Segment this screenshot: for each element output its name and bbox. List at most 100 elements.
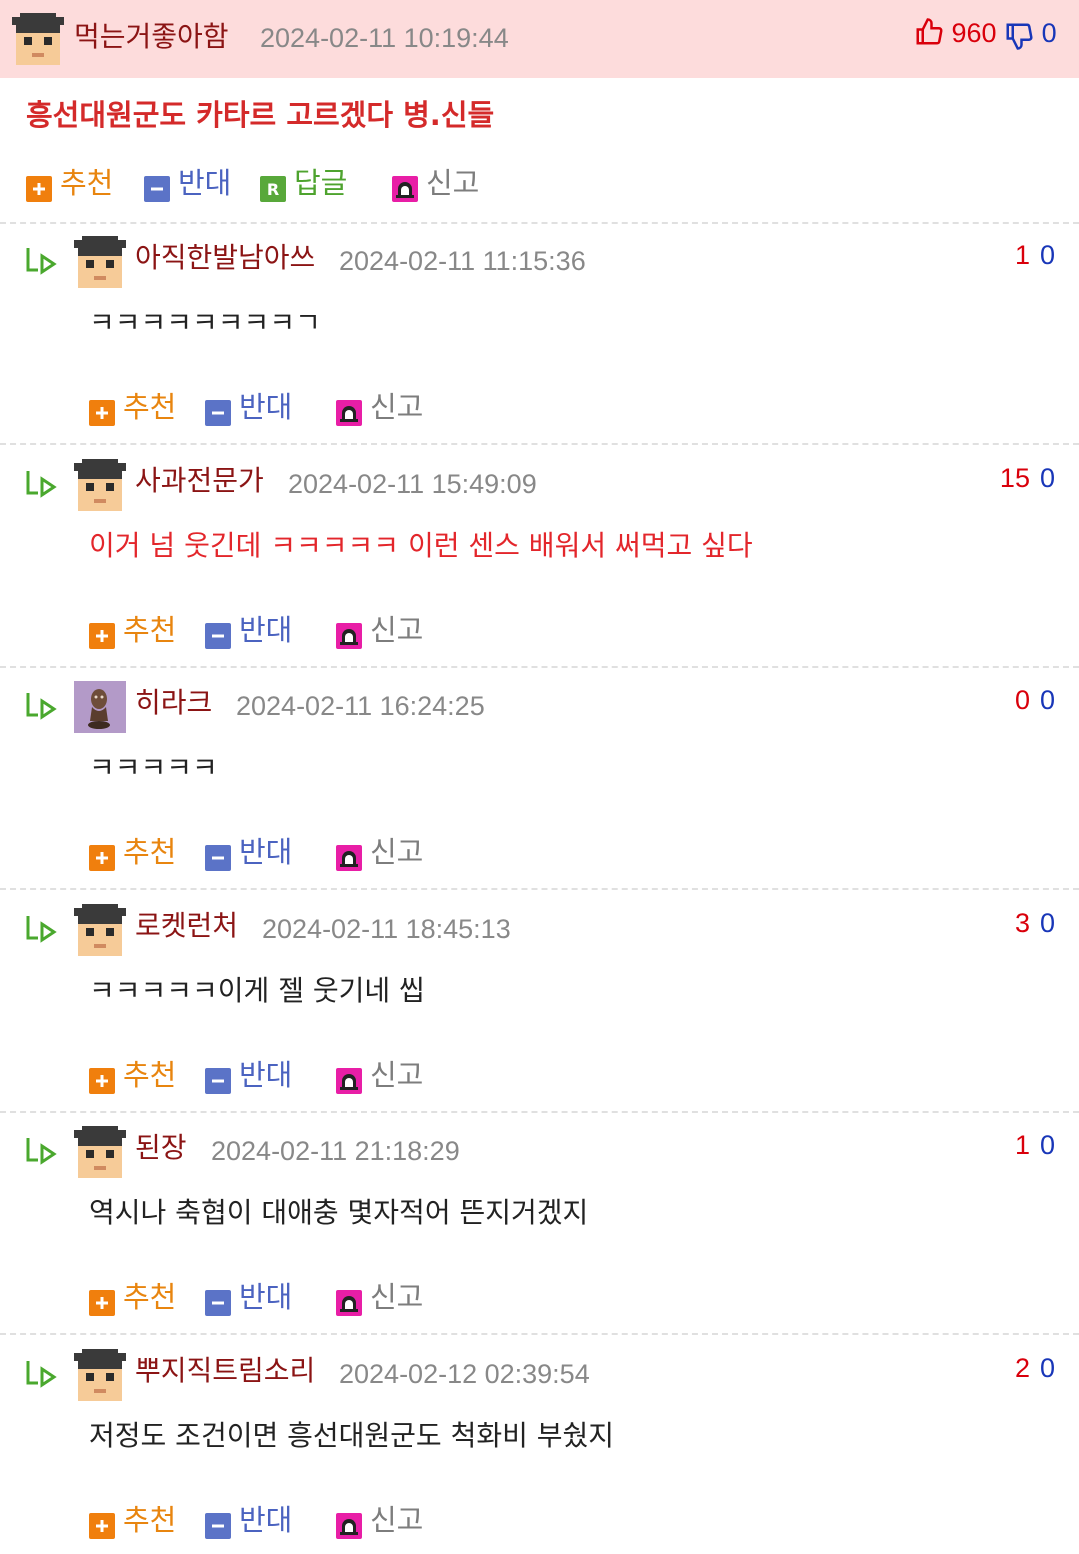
reply-arrow-icon [24,1359,60,1389]
comment-actions: 추천 반대 신고 [89,1058,489,1096]
comment-downvote-count: 0 [1039,685,1055,715]
recommend-label: 추천 [123,1503,177,1537]
comment-author[interactable]: 로켓런처 [135,909,238,943]
post-upvote-count: 960 [951,18,997,48]
plus-icon [26,176,52,202]
comment-upvote-count: 1 [1014,1130,1030,1160]
oppose-label: 반대 [239,390,293,424]
comment-text: ㅋㅋㅋㅋㅋㅋㅋㅋㄱ [89,306,321,339]
recommend-label: 추천 [123,1280,177,1314]
comment-upvote-count: 15 [999,463,1030,493]
siren-icon [336,623,362,649]
report-label: 신고 [370,390,424,424]
comment-author[interactable]: 된장 [135,1131,187,1165]
post-header: 먹는거좋아함 2024-02-11 10:19:44 960 0 [0,0,1079,78]
plus-icon [89,400,115,426]
comment-upvote-count: 2 [1014,1353,1030,1383]
reply-arrow-icon [24,914,60,944]
recommend-label: 추천 [123,613,177,647]
commenter-avatar[interactable] [74,904,126,956]
divider [0,443,1079,445]
thumbs-up-icon[interactable] [914,17,944,55]
comment-actions: 추천 반대 신고 [89,1503,489,1541]
comment-author[interactable]: 히라크 [135,686,212,720]
siren-icon [336,1513,362,1539]
commenter-avatar[interactable] [74,1349,126,1401]
plus-icon [89,623,115,649]
siren-icon [336,845,362,871]
plus-icon [89,1513,115,1539]
post-title: 흥선대원군도 카타르 고르겠다 병.신들 [26,98,495,132]
thumbs-down-icon[interactable] [1004,21,1034,59]
comment-actions: 추천 반대 신고 [89,835,489,873]
comment-author[interactable]: 사과전문가 [135,464,264,498]
comment-date: 2024-02-11 16:24:25 [236,691,485,721]
recommend-label: 추천 [123,835,177,869]
siren-icon [336,1290,362,1316]
recommend-label: 추천 [60,166,114,200]
post-actions: 추천 반대 R 답글 신고 [26,166,526,204]
reply-arrow-icon [24,246,60,276]
comment-date: 2024-02-12 02:39:54 [339,1359,590,1389]
commenter-avatar[interactable] [74,1126,126,1178]
oppose-label: 반대 [239,613,293,647]
comment-text: 저정도 조건이면 흥선대원군도 척화비 부쉈지 [89,1419,615,1452]
siren-icon [392,176,418,202]
oppose-label: 반대 [239,1503,293,1537]
author-avatar[interactable] [12,13,64,65]
comment-text: ㅋㅋㅋㅋㅋ이게 젤 웃기네 씹 [89,974,425,1007]
comment-votes: 15 0 [1000,461,1055,495]
comment-downvote-count: 0 [1039,1353,1055,1383]
comment-upvote-count: 0 [1014,685,1030,715]
comment-votes: 00 [1015,683,1055,717]
siren-icon [336,400,362,426]
comment-votes: 20 [1015,1351,1055,1385]
report-label: 신고 [426,166,480,200]
minus-icon [205,400,231,426]
comment-text: 이거 넘 웃긴데 ㅋㅋㅋㅋㅋ 이런 센스 배워서 써먹고 싶다 [89,529,753,562]
post-date: 2024-02-11 10:19:44 [260,23,509,53]
reply-arrow-icon [24,1136,60,1166]
commenter-avatar[interactable] [74,236,126,288]
minus-icon [205,1513,231,1539]
minus-icon [205,1068,231,1094]
report-label: 신고 [370,1058,424,1092]
divider [0,1111,1079,1113]
minus-icon [205,845,231,871]
minus-icon [205,623,231,649]
svg-text:R: R [267,180,279,199]
recommend-label: 추천 [123,390,177,424]
plus-icon [89,1068,115,1094]
comment-upvote-count: 3 [1014,908,1030,938]
comment-date: 2024-02-11 15:49:09 [288,469,537,499]
divider [0,666,1079,668]
siren-icon [336,1068,362,1094]
minus-icon [144,176,170,202]
comment-date: 2024-02-11 11:15:36 [339,246,586,276]
minus-icon [205,1290,231,1316]
comment-votes: 10 [1015,1128,1055,1162]
comment-author[interactable]: 아직한발남아쓰 [135,241,315,275]
recommend-label: 추천 [123,1058,177,1092]
oppose-label: 반대 [239,1280,293,1314]
divider [0,888,1079,890]
oppose-label: 반대 [239,835,293,869]
comment-author[interactable]: 뿌지직트림소리 [135,1354,315,1388]
comment-downvote-count: 0 [1039,908,1055,938]
post-downvote-count: 0 [1041,18,1057,48]
reply-label: 답글 [294,166,348,200]
commenter-avatar[interactable] [74,459,126,511]
report-label: 신고 [370,1503,424,1537]
comment-date: 2024-02-11 18:45:13 [262,914,511,944]
comment-downvote-count: 0 [1039,1130,1055,1160]
divider [0,1333,1079,1335]
reply-arrow-icon [24,469,60,499]
commenter-avatar[interactable] [74,681,126,733]
divider [0,222,1079,224]
report-label: 신고 [370,613,424,647]
report-label: 신고 [370,1280,424,1314]
oppose-label: 반대 [239,1058,293,1092]
post-author[interactable]: 먹는거좋아함 [74,20,229,54]
oppose-label: 반대 [178,166,232,200]
comment-text: 역시나 축협이 대애충 몇자적어 뜬지거겠지 [89,1196,589,1229]
